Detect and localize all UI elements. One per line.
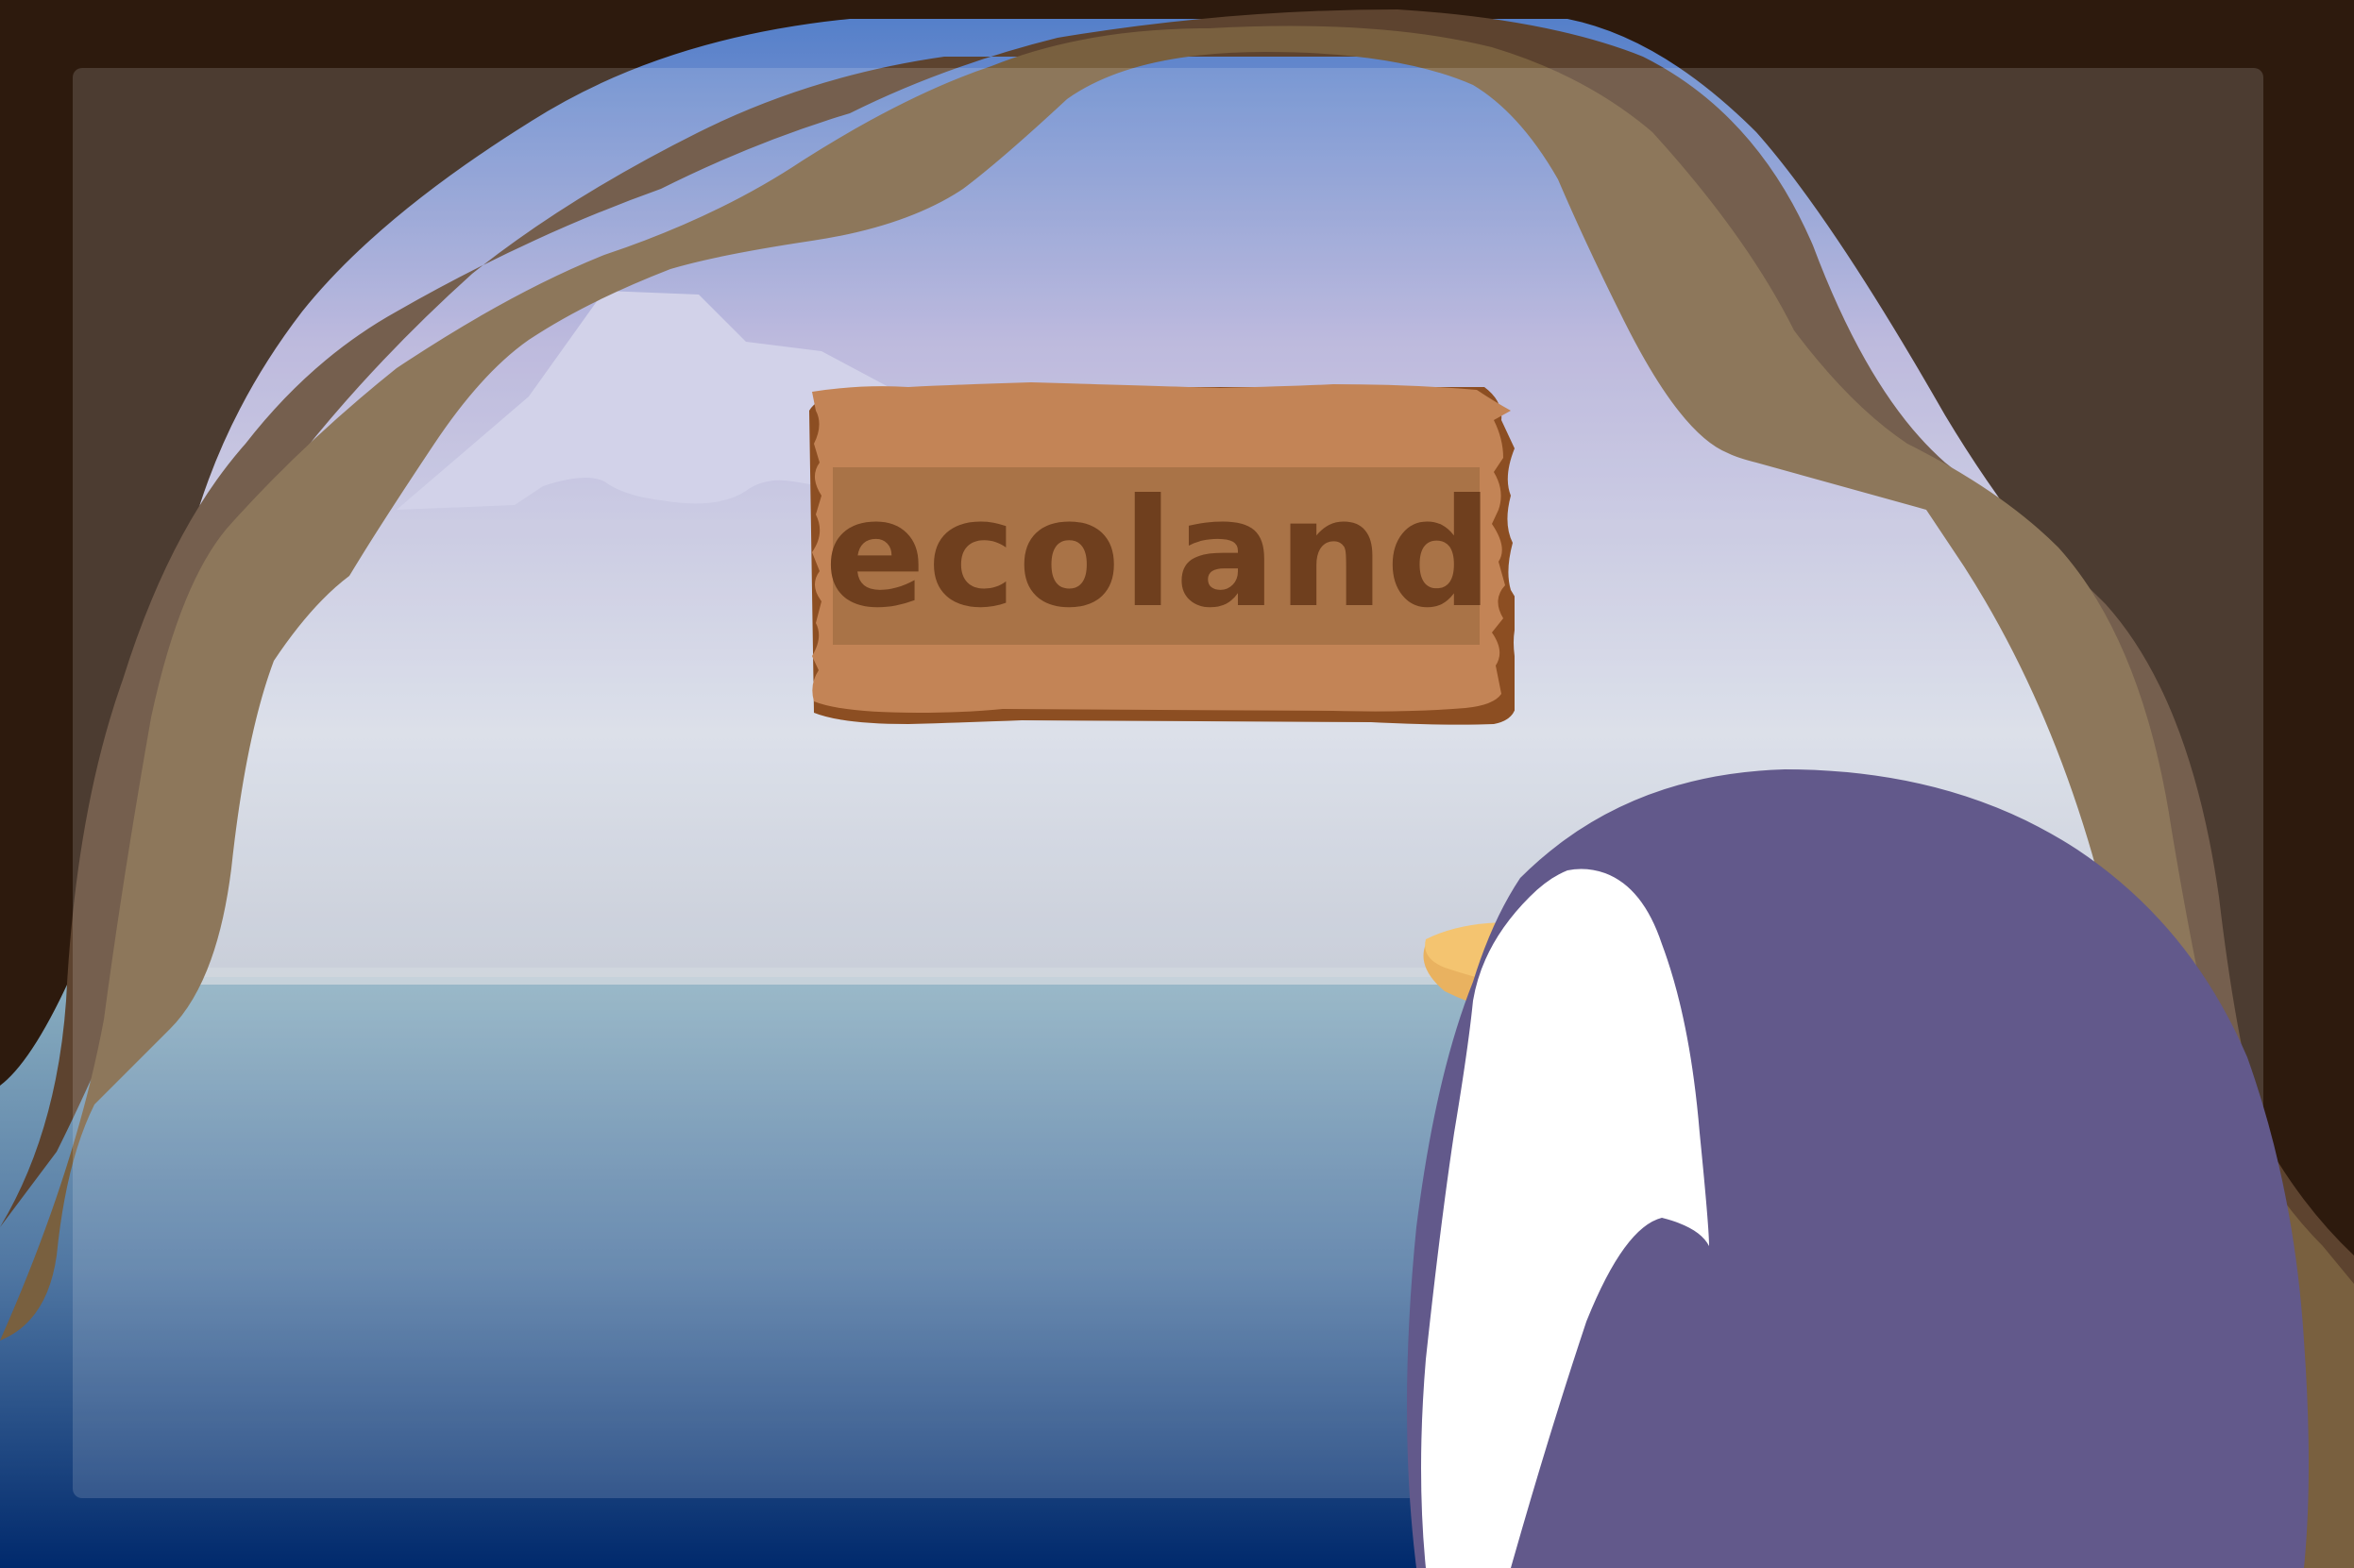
game-scene: ecoland (0, 0, 2354, 1568)
penguin-character (1407, 769, 2309, 1568)
